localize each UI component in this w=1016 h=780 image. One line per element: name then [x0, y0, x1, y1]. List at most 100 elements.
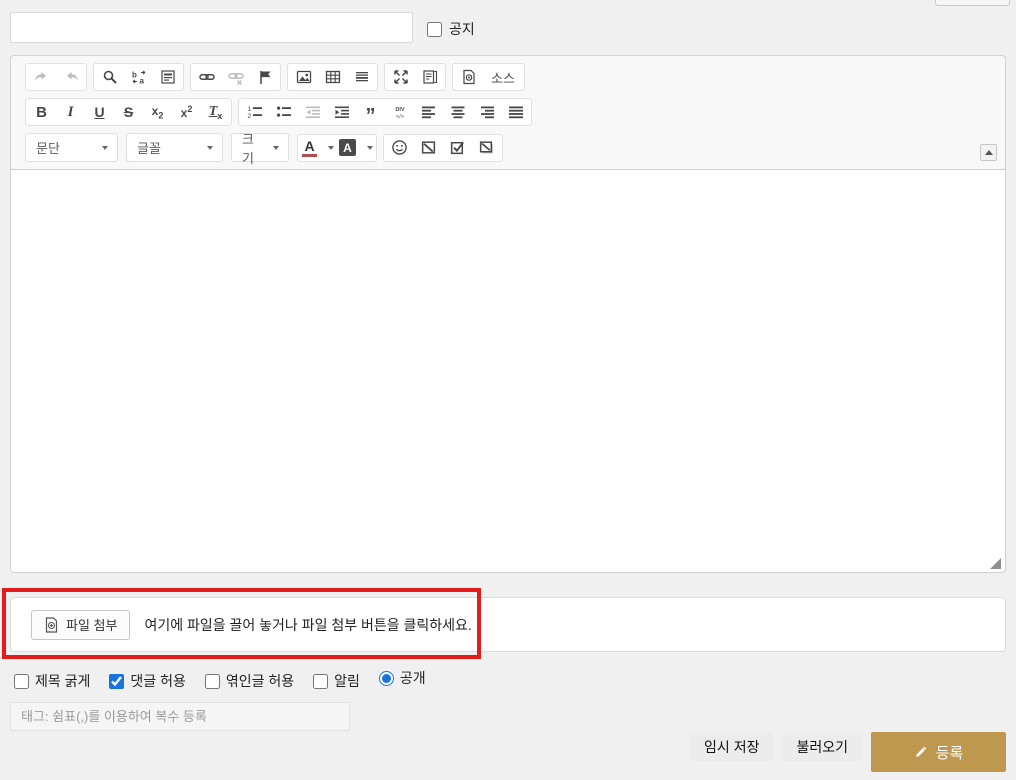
table-icon	[325, 69, 341, 85]
unlink-icon	[228, 69, 244, 85]
div-container-button[interactable]: DIV</>	[385, 99, 414, 125]
allow-trackback-checkbox[interactable]	[205, 674, 220, 689]
bullet-list-button[interactable]	[269, 99, 298, 125]
temp-save-button[interactable]: 임시 저장	[690, 733, 773, 761]
show-blocks-icon	[422, 69, 438, 85]
file-attach-label: 파일 첨부	[66, 615, 117, 634]
blockquote-button[interactable]: ”	[356, 99, 385, 125]
editor-bottom-bar	[11, 556, 1005, 572]
title-input[interactable]	[10, 12, 413, 43]
add-file-icon	[44, 617, 59, 633]
vote-button[interactable]	[443, 135, 472, 161]
option-allow-comments[interactable]: 댓글 허용	[109, 671, 185, 691]
collapse-toolbar-button[interactable]	[980, 144, 997, 161]
redo-icon	[63, 69, 79, 85]
link-button[interactable]	[192, 64, 221, 90]
post-options-row: 제목 굵게 댓글 허용 엮인글 허용 알림 공개	[14, 671, 426, 691]
link-group	[190, 63, 281, 91]
option-allow-trackback[interactable]: 엮인글 허용	[205, 671, 294, 691]
photo-icon	[420, 139, 437, 156]
editor-toolbar: ba	[11, 56, 1005, 170]
color-group: A A	[297, 134, 377, 162]
justify-button[interactable]	[501, 99, 530, 125]
templates-button[interactable]	[454, 64, 483, 90]
undo-icon	[34, 69, 50, 85]
top-partial-button[interactable]	[935, 0, 1010, 6]
unlink-button[interactable]	[221, 64, 250, 90]
find-button[interactable]	[95, 64, 124, 90]
ordered-list-icon: 12	[247, 104, 263, 120]
notice-checkbox[interactable]	[427, 22, 442, 37]
background-color-icon: A	[339, 139, 356, 156]
option-notification[interactable]: 알림	[313, 671, 360, 691]
size-dropdown[interactable]: 크기	[231, 133, 289, 162]
file-attach-panel: 파일 첨부 여기에 파일을 끌어 놓거나 파일 첨부 버튼을 클릭하세요.	[10, 597, 1006, 652]
paragraph-format-dropdown[interactable]: 문단	[25, 133, 118, 162]
public-radio[interactable]	[379, 671, 394, 686]
font-dropdown[interactable]: 글꼴	[126, 133, 223, 162]
rich-text-editor: ba	[10, 55, 1006, 573]
option-title-bold[interactable]: 제목 굵게	[14, 671, 90, 691]
load-button[interactable]: 불러오기	[782, 733, 862, 761]
editor-content[interactable]	[11, 170, 1005, 556]
align-left-button[interactable]	[414, 99, 443, 125]
resize-grip[interactable]	[990, 558, 1001, 569]
tag-input[interactable]	[10, 702, 350, 731]
album-button[interactable]	[472, 135, 501, 161]
image-icon	[296, 69, 312, 85]
strikethrough-button[interactable]: S	[114, 99, 143, 125]
svg-text:DIV: DIV	[395, 107, 405, 113]
chevron-down-icon	[273, 146, 279, 150]
size-label: 크기	[242, 129, 265, 167]
chevron-down-icon	[328, 146, 334, 150]
allow-comments-checkbox[interactable]	[109, 674, 124, 689]
show-blocks-button[interactable]	[415, 64, 444, 90]
footer-actions: 임시 저장 불러오기 등록	[690, 732, 1006, 772]
file-attach-button[interactable]: 파일 첨부	[31, 610, 130, 640]
notification-checkbox[interactable]	[313, 674, 328, 689]
title-bold-checkbox[interactable]	[14, 674, 29, 689]
underline-button[interactable]: U	[85, 99, 114, 125]
table-button[interactable]	[318, 64, 347, 90]
horizontal-rule-button[interactable]	[347, 64, 376, 90]
option-public[interactable]: 공개	[379, 668, 426, 688]
align-right-icon	[479, 104, 495, 120]
svg-text:1: 1	[247, 106, 251, 113]
align-right-button[interactable]	[472, 99, 501, 125]
emoticon-button[interactable]	[385, 135, 414, 161]
text-color-button[interactable]: A	[299, 135, 337, 161]
search-icon	[102, 69, 118, 85]
image-button[interactable]	[289, 64, 318, 90]
select-all-button[interactable]	[153, 64, 182, 90]
undo-group	[25, 63, 87, 91]
source-label: 소스	[491, 68, 515, 87]
paragraph-group: 12 ” DIV</>	[238, 98, 532, 126]
pencil-icon	[914, 745, 928, 759]
justify-icon	[508, 104, 524, 120]
indent-button[interactable]	[327, 99, 356, 125]
maximize-icon	[393, 69, 409, 85]
italic-button[interactable]: I	[56, 99, 85, 125]
ordered-list-button[interactable]: 12	[240, 99, 269, 125]
undo-button[interactable]	[27, 64, 56, 90]
text-style-group: B I U S x2 x2 Tx	[25, 98, 232, 126]
align-center-button[interactable]	[443, 99, 472, 125]
anchor-button[interactable]	[250, 64, 279, 90]
maximize-button[interactable]	[386, 64, 415, 90]
redo-button[interactable]	[56, 64, 85, 90]
bold-button[interactable]: B	[27, 99, 56, 125]
background-color-button[interactable]: A	[337, 135, 375, 161]
file-attach-hint: 여기에 파일을 끌어 놓거나 파일 첨부 버튼을 클릭하세요.	[144, 615, 471, 635]
source-group: 소스	[452, 63, 525, 91]
flag-icon	[257, 69, 273, 85]
source-button[interactable]: 소스	[483, 64, 523, 90]
replace-button[interactable]: ba	[124, 64, 153, 90]
svg-text:2: 2	[247, 113, 251, 120]
post-editor-page: { "title_bar": { "title_value": "", "not…	[0, 0, 1016, 780]
submit-button[interactable]: 등록	[871, 732, 1006, 772]
subscript-button[interactable]: x2	[143, 99, 172, 125]
photo-button[interactable]	[414, 135, 443, 161]
outdent-button[interactable]	[298, 99, 327, 125]
superscript-button[interactable]: x2	[172, 99, 201, 125]
remove-format-button[interactable]: Tx	[201, 99, 230, 125]
